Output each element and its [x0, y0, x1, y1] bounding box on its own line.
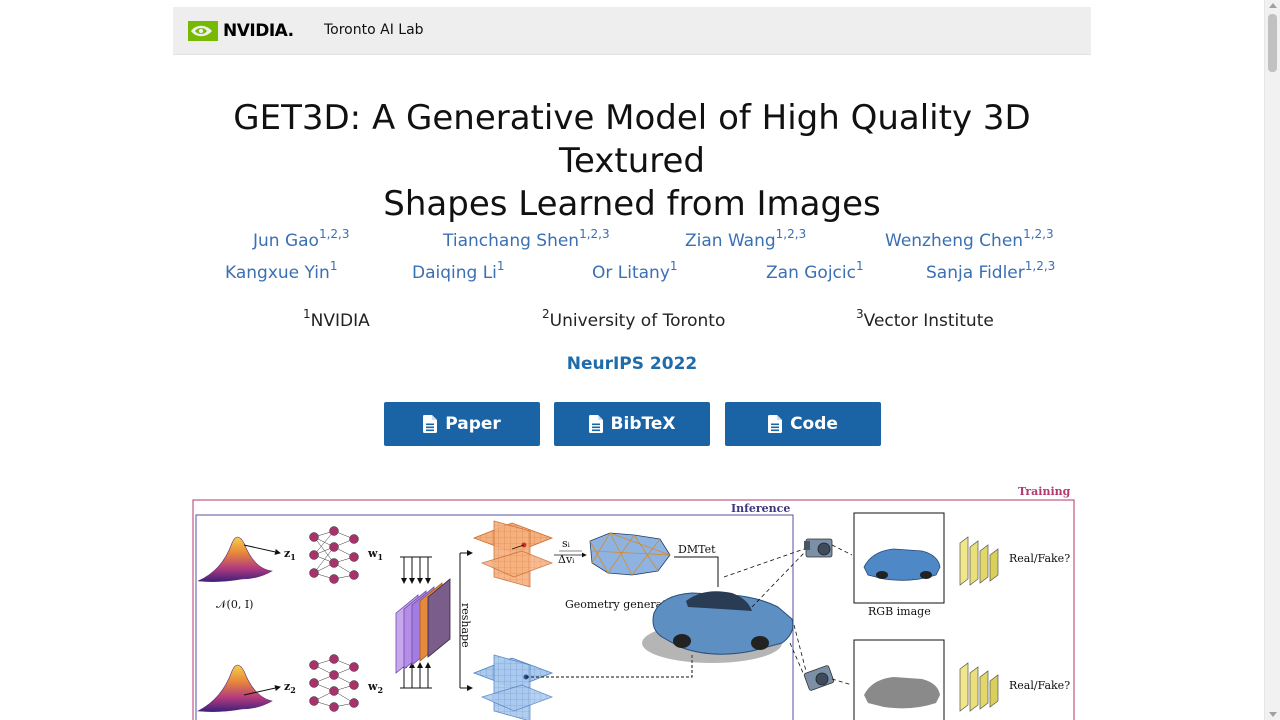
normal-distribution-label: 𝒩(0, I)	[216, 598, 253, 611]
document-icon	[588, 415, 603, 433]
nvidia-logo[interactable]: NVIDIA.	[188, 20, 294, 42]
vertical-scrollbar[interactable]	[1264, 0, 1280, 720]
bibtex-button-label: BibTeX	[610, 414, 676, 434]
affiliation-university-of-toronto: 2University of Toronto	[542, 307, 726, 331]
latent-distribution-1	[197, 536, 273, 582]
scrollbar-thumb[interactable]	[1268, 14, 1277, 72]
page: NVIDIA. Toronto AI Lab GET3D: A Generati…	[0, 0, 1264, 720]
author-link-or-litany[interactable]: Or Litany1	[592, 260, 678, 283]
document-icon	[768, 415, 783, 433]
title-line-1: GET3D: A Generative Model of High Qualit…	[233, 98, 1031, 181]
affiliation-vector-institute: 3Vector Institute	[856, 307, 994, 331]
bibtex-button[interactable]: BibTeX	[554, 402, 710, 446]
mapping-network-2	[309, 654, 359, 712]
camera-icon-rgb	[804, 538, 833, 558]
real-fake-mask-label: Real/Fake?	[1009, 679, 1070, 692]
title-line-2: Shapes Learned from Images	[383, 184, 881, 224]
paper-button[interactable]: Paper	[384, 402, 540, 446]
lab-name-link[interactable]: Toronto AI Lab	[324, 22, 424, 38]
discriminator-rgb	[959, 536, 999, 586]
triplane-feature-stack	[395, 578, 451, 674]
author-link-kangxue-yin[interactable]: Kangxue Yin1	[225, 260, 337, 283]
scroll-up-arrow-icon[interactable]	[1269, 3, 1277, 8]
discriminator-mask	[959, 662, 999, 712]
architecture-figure: Training Inference 𝒩(0, I) z1 z2 w1 w2 r…	[192, 485, 1075, 720]
tetrahedral-mesh	[589, 532, 671, 576]
page-title: GET3D: A Generative Model of High Qualit…	[173, 97, 1091, 226]
scroll-down-arrow-icon[interactable]	[1269, 712, 1277, 717]
z1-label: z1	[284, 547, 296, 562]
author-link-jun-gao[interactable]: Jun Gao1,2,3	[253, 228, 350, 251]
author-link-daiqing-li[interactable]: Daiqing Li1	[412, 260, 505, 283]
rgb-image-label: RGB image	[868, 605, 931, 618]
nvidia-eye-icon	[188, 21, 218, 41]
w2-label: w2	[367, 680, 383, 695]
affiliation-nvidia: 1NVIDIA	[303, 307, 370, 331]
training-label: Training	[1018, 485, 1071, 498]
venue-label: NeurIPS 2022	[566, 354, 698, 374]
top-nav-bar: NVIDIA. Toronto AI Lab	[173, 7, 1091, 55]
texture-triplane	[472, 654, 554, 720]
author-link-tianchang-shen[interactable]: Tianchang Shen1,2,3	[443, 228, 610, 251]
author-link-wenzheng-chen[interactable]: Wenzheng Chen1,2,3	[885, 228, 1054, 251]
latent-distribution-2	[196, 664, 273, 712]
camera-icon-mask	[803, 665, 835, 691]
code-button-label: Code	[790, 414, 838, 434]
sdf-label: sᵢ	[562, 537, 571, 550]
author-link-zian-wang[interactable]: Zian Wang1,2,3	[685, 228, 806, 251]
textured-car-mesh	[642, 591, 794, 663]
document-icon	[423, 415, 438, 433]
code-button[interactable]: Code	[725, 402, 881, 446]
author-link-zan-gojcic[interactable]: Zan Gojcic1	[766, 260, 864, 283]
dmtet-label: DMTet	[678, 543, 716, 556]
real-fake-rgb-label: Real/Fake?	[1009, 552, 1070, 565]
mapping-network-1	[309, 526, 359, 584]
geometry-triplane	[472, 520, 554, 588]
z2-label: z2	[284, 680, 296, 695]
logo-wordmark: NVIDIA.	[223, 21, 294, 41]
paper-button-label: Paper	[445, 414, 501, 434]
inference-label: Inference	[731, 502, 790, 515]
w1-label: w1	[367, 547, 383, 562]
author-link-sanja-fidler[interactable]: Sanja Fidler1,2,3	[926, 260, 1055, 283]
reshape-label: reshape	[459, 603, 472, 648]
